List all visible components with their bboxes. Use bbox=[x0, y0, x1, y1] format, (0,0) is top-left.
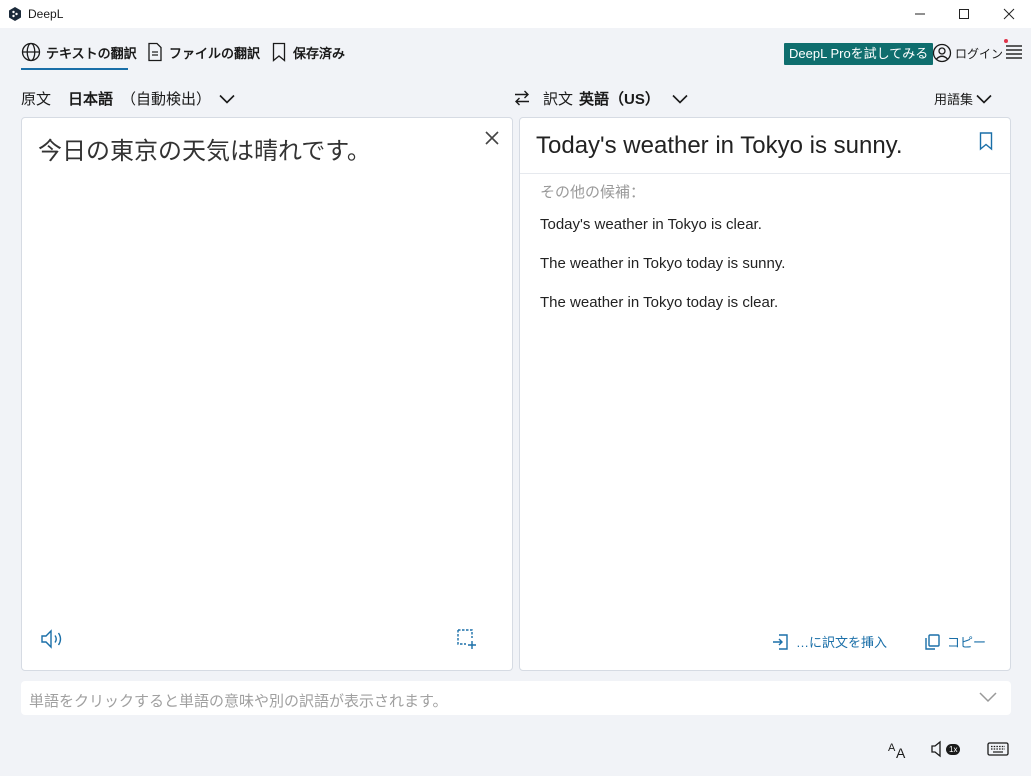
translation-output[interactable]: Today's weather in Tokyo is sunny. bbox=[536, 132, 903, 160]
target-panel: Today's weather in Tokyo is sunny. その他の候… bbox=[519, 117, 1011, 671]
tab-label: 保存済み bbox=[293, 45, 346, 61]
alternative-item[interactable]: Today's weather in Tokyo is clear. bbox=[540, 216, 762, 233]
bookmark-icon bbox=[272, 42, 286, 62]
chevron-down-icon bbox=[976, 94, 992, 104]
alternative-item[interactable]: The weather in Tokyo today is sunny. bbox=[540, 255, 785, 272]
speech-speed-button[interactable]: 1x bbox=[931, 740, 961, 758]
speaker-icon bbox=[931, 740, 941, 758]
login-button[interactable]: ログイン bbox=[932, 43, 1003, 63]
glossary-label: 用語集 bbox=[934, 92, 974, 107]
svg-text:A: A bbox=[896, 745, 906, 760]
select-area-icon[interactable] bbox=[456, 628, 478, 650]
user-icon bbox=[932, 43, 952, 63]
title-bar: DeepL bbox=[0, 0, 1031, 28]
copy-label: コピー bbox=[947, 635, 987, 650]
dictionary-hint: 単語をクリックすると単語の意味や別の訳語が表示されます。 bbox=[29, 693, 448, 710]
target-language-selector[interactable]: 訳文 英語（US） bbox=[543, 88, 688, 109]
target-label: 訳文 bbox=[543, 91, 574, 108]
target-language: 英語（US） bbox=[579, 91, 660, 108]
clear-text-icon[interactable] bbox=[484, 130, 500, 146]
globe-icon bbox=[21, 42, 41, 62]
source-label: 原文 bbox=[21, 91, 52, 108]
divider bbox=[520, 173, 1010, 174]
language-bar: 原文 日本語 （自動検出） 訳文 英語（US） 用語集 bbox=[0, 84, 1031, 112]
copy-icon bbox=[925, 633, 940, 650]
deepl-pro-button[interactable]: DeepL Proを試してみる bbox=[784, 43, 934, 65]
chevron-down-icon[interactable] bbox=[979, 691, 997, 703]
tab-file-translation[interactable]: ファイルの翻訳 bbox=[146, 42, 260, 62]
glossary-button[interactable]: 用語集 bbox=[934, 89, 992, 108]
bookmark-icon[interactable] bbox=[978, 131, 994, 151]
login-label: ログイン bbox=[955, 46, 1004, 61]
tab-label: ファイルの翻訳 bbox=[169, 45, 261, 61]
auto-detect-label: （自動検出） bbox=[121, 91, 212, 108]
alternatives-label: その他の候補： bbox=[540, 184, 646, 201]
chevron-down-icon bbox=[219, 94, 235, 104]
formality-font-icon[interactable]: A A bbox=[887, 740, 909, 760]
minimize-icon bbox=[915, 13, 925, 15]
keyboard-icon[interactable] bbox=[987, 740, 1009, 758]
chevron-down-icon bbox=[672, 94, 688, 104]
maximize-icon bbox=[959, 9, 969, 19]
insert-icon bbox=[773, 633, 788, 650]
speaker-icon[interactable] bbox=[40, 628, 66, 650]
close-icon bbox=[1003, 8, 1015, 20]
speed-badge: 1x bbox=[946, 743, 961, 755]
tab-text-translation[interactable]: テキストの翻訳 bbox=[21, 42, 137, 62]
source-language-selector[interactable]: 原文 日本語 （自動検出） bbox=[21, 88, 235, 109]
maximize-button[interactable] bbox=[941, 0, 987, 28]
hamburger-menu-icon[interactable] bbox=[1005, 43, 1023, 61]
close-window-button[interactable] bbox=[986, 0, 1031, 28]
window-title: DeepL bbox=[28, 7, 64, 21]
deepl-logo-icon bbox=[9, 7, 21, 21]
active-tab-indicator bbox=[21, 68, 128, 70]
source-language: 日本語 bbox=[68, 91, 114, 108]
swap-languages-icon[interactable] bbox=[512, 88, 532, 108]
minimize-button[interactable] bbox=[897, 0, 943, 28]
dictionary-bar[interactable]: 単語をクリックすると単語の意味や別の訳語が表示されます。 bbox=[21, 681, 1011, 715]
source-panel: 今日の東京の天気は晴れです。 bbox=[21, 117, 513, 671]
tab-saved[interactable]: 保存済み bbox=[270, 42, 345, 62]
insert-translation-button[interactable]: …に訳文を挿入 bbox=[772, 632, 887, 651]
alternative-item[interactable]: The weather in Tokyo today is clear. bbox=[540, 294, 778, 311]
document-icon bbox=[148, 42, 162, 62]
tab-label: テキストの翻訳 bbox=[46, 45, 137, 61]
copy-button[interactable]: コピー bbox=[923, 632, 986, 651]
svg-text:A: A bbox=[888, 742, 896, 754]
source-text-input[interactable]: 今日の東京の天気は晴れです。 bbox=[38, 131, 371, 166]
insert-label: …に訳文を挿入 bbox=[796, 635, 888, 650]
nav-bar: テキストの翻訳 ファイルの翻訳 保存済み DeepL Proを試してみる ログイ… bbox=[0, 28, 1031, 76]
